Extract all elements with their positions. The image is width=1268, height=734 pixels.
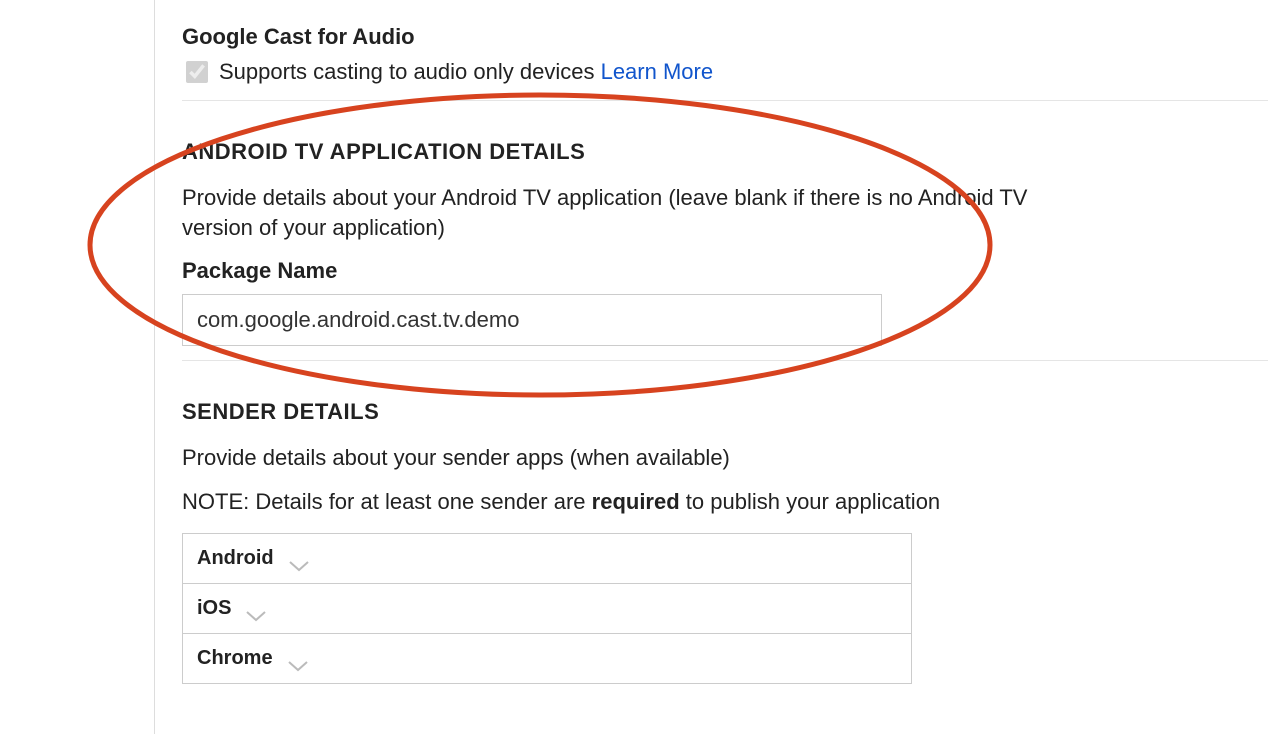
cast-audio-title: Google Cast for Audio (182, 24, 1268, 50)
sender-note: NOTE: Details for at least one sender ar… (182, 489, 1268, 515)
sender-row-label: Android (197, 547, 274, 570)
divider (182, 100, 1268, 101)
learn-more-link[interactable]: Learn More (601, 59, 714, 84)
sender-note-prefix: NOTE: Details for at least one sender ar… (182, 489, 592, 514)
sender-note-required: required (592, 489, 680, 514)
sender-description: Provide details about your sender apps (… (182, 443, 1062, 473)
sender-row-label: Chrome (197, 647, 273, 670)
sender-row-ios[interactable]: iOS (183, 584, 911, 634)
section-android-tv: ANDROID TV APPLICATION DETAILS Provide d… (182, 139, 1268, 399)
sender-note-suffix: to publish your application (680, 489, 941, 514)
vertical-divider (154, 0, 155, 734)
divider (182, 360, 1268, 361)
sender-row-label: iOS (197, 597, 231, 620)
sender-accordion: Android iOS Chrome (182, 533, 912, 684)
section-sender-details: SENDER DETAILS Provide details about you… (182, 399, 1268, 704)
cast-audio-checkbox[interactable] (186, 61, 208, 83)
sender-title: SENDER DETAILS (182, 399, 1268, 425)
android-tv-description: Provide details about your Android TV ap… (182, 183, 1062, 242)
cast-audio-checkbox-label: Supports casting to audio only devices (219, 59, 594, 84)
section-cast-audio: Google Cast for Audio Supports casting t… (182, 24, 1268, 139)
sender-row-android[interactable]: Android (183, 534, 911, 584)
sender-row-chrome[interactable]: Chrome (183, 634, 911, 684)
android-tv-title: ANDROID TV APPLICATION DETAILS (182, 139, 1268, 165)
package-name-label: Package Name (182, 258, 1268, 284)
package-name-input[interactable] (182, 294, 882, 346)
cast-audio-checkbox-row: Supports casting to audio only devices L… (182, 58, 1268, 86)
